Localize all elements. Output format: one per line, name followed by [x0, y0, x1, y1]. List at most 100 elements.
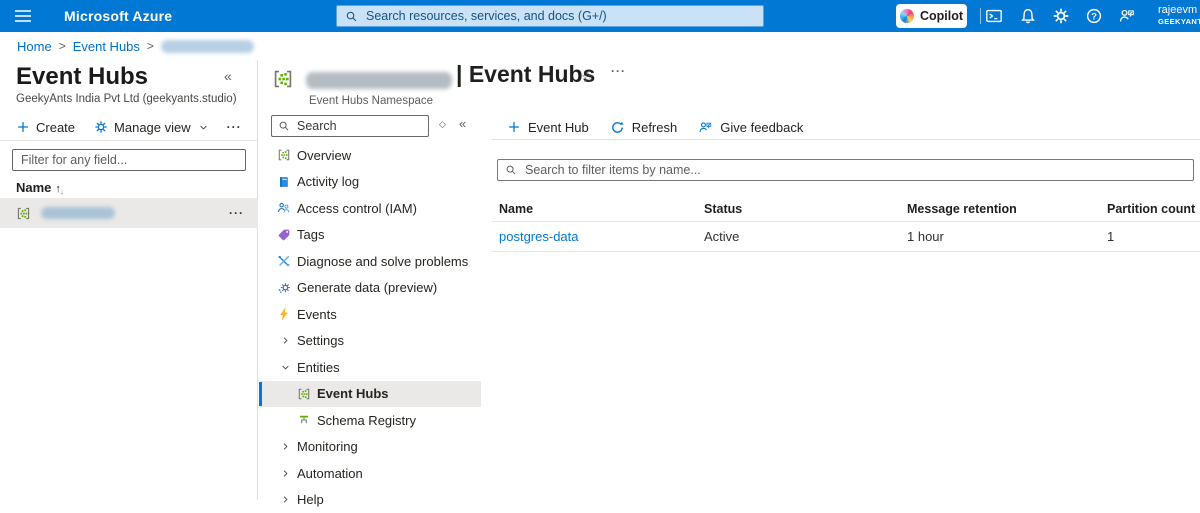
cloud-shell-button[interactable]: [985, 7, 1003, 25]
blade-title-suffix: | Event Hubs: [456, 61, 595, 88]
chevron-right-icon: [281, 336, 290, 345]
refresh-label: Refresh: [632, 120, 678, 135]
divider: [492, 139, 1200, 140]
brand-title[interactable]: Microsoft Azure: [64, 0, 172, 32]
column-partition-count[interactable]: Partition count: [1107, 202, 1200, 216]
event-hubs-table: Name Status Message retention Partition …: [492, 197, 1200, 252]
event-hubs-list-panel: Event Hubs « GeekyAnts India Pvt Ltd (ge…: [0, 60, 258, 500]
items-filter[interactable]: [497, 159, 1194, 181]
refresh-button[interactable]: Refresh: [610, 120, 678, 135]
more-options-button[interactable]: ···: [227, 120, 242, 134]
search-icon: [505, 164, 517, 176]
column-status[interactable]: Status: [704, 202, 907, 216]
menu-item-event-hubs[interactable]: Event Hubs: [259, 381, 481, 408]
menu-group-settings[interactable]: Settings: [259, 328, 481, 355]
hamburger-menu-button[interactable]: [0, 0, 46, 32]
namespace-list-item[interactable]: ···: [0, 198, 258, 228]
schema-registry-icon: [297, 413, 311, 427]
question-icon: [1085, 7, 1103, 25]
global-search-input[interactable]: [364, 8, 755, 24]
menu-item-activity-log[interactable]: Activity log: [259, 169, 481, 196]
settings-button[interactable]: [1052, 7, 1070, 25]
diagnose-icon: [277, 254, 291, 268]
plus-icon: [507, 120, 521, 134]
person-feedback-icon: [698, 120, 713, 135]
partition-cell: 1: [1107, 229, 1200, 244]
copilot-button[interactable]: Copilot: [896, 4, 967, 28]
menu-search[interactable]: [271, 115, 429, 137]
directory-subtitle: GeekyAnts India Pvt Ltd (geekyants.studi…: [16, 93, 237, 105]
terminal-icon: [985, 7, 1003, 25]
add-event-hub-button[interactable]: Event Hub: [507, 120, 589, 135]
column-name[interactable]: Name: [492, 202, 704, 216]
menu-search-input[interactable]: [295, 118, 422, 134]
name-column-header[interactable]: Name ↑↓: [16, 180, 65, 195]
gear-icon: [94, 120, 108, 134]
menu-item-events[interactable]: Events: [259, 301, 481, 328]
chevron-right-icon: [281, 469, 290, 478]
menu-item-schema-registry[interactable]: Schema Registry: [259, 407, 481, 434]
redacted-namespace-name: [41, 207, 115, 219]
account-info[interactable]: rajeevm GEEKYANT: [1158, 4, 1200, 27]
blade-subtitle: Event Hubs Namespace: [309, 95, 433, 107]
help-button[interactable]: [1085, 7, 1103, 25]
breadcrumb-home[interactable]: Home: [17, 39, 52, 54]
user-directory: GEEKYANT: [1158, 17, 1200, 27]
breadcrumb-separator: >: [147, 39, 154, 53]
give-feedback-button[interactable]: Give feedback: [698, 120, 803, 135]
topbar-divider: [980, 8, 981, 24]
tag-icon: [277, 228, 291, 242]
menu-item-tags[interactable]: Tags: [259, 222, 481, 249]
event-hubs-namespace-icon: [16, 206, 31, 221]
event-hubs-content: Event Hub Refresh Give feedback Name: [492, 115, 1200, 252]
breadcrumb-event-hubs[interactable]: Event Hubs: [73, 39, 140, 54]
event-hub-link[interactable]: postgres-data: [499, 229, 579, 244]
blade-more-button[interactable]: ···: [611, 64, 626, 78]
redacted-namespace-crumb[interactable]: [161, 40, 254, 53]
divider: [0, 140, 257, 141]
person-feedback-icon: [1118, 7, 1136, 25]
generate-data-icon: [277, 281, 291, 295]
status-cell: Active: [704, 229, 907, 244]
activity-log-icon: [277, 175, 291, 189]
access-control-icon: [277, 201, 291, 215]
copilot-label: Copilot: [920, 9, 963, 23]
create-label: Create: [36, 120, 75, 135]
refresh-icon: [610, 120, 625, 135]
global-search[interactable]: [336, 5, 764, 27]
retention-cell: 1 hour: [907, 229, 1107, 244]
menu-item-diagnose[interactable]: Diagnose and solve problems: [259, 248, 481, 275]
favorite-star-button[interactable]: ☆: [581, 68, 594, 86]
create-button[interactable]: Create: [16, 120, 75, 135]
menu-item-overview[interactable]: Overview: [259, 142, 481, 169]
filter-input[interactable]: [12, 149, 246, 171]
panel-title: Event Hubs: [16, 63, 148, 91]
diamond-icon[interactable]: ◇: [439, 119, 446, 130]
hamburger-icon: [14, 9, 32, 23]
copilot-icon: [900, 9, 914, 23]
collapse-panel-button[interactable]: «: [224, 68, 232, 84]
column-message-retention[interactable]: Message retention: [907, 202, 1107, 216]
chevron-right-icon: [281, 442, 290, 451]
collapse-menu-button[interactable]: «: [459, 116, 466, 131]
notifications-button[interactable]: [1019, 7, 1037, 25]
sort-ascending-icon: ↑↓: [55, 180, 65, 195]
menu-group-automation[interactable]: Automation: [259, 460, 481, 487]
manage-view-button[interactable]: Manage view: [94, 120, 208, 135]
manage-view-label: Manage view: [114, 120, 191, 135]
search-icon: [278, 120, 290, 132]
panel-toolbar: Create Manage view ···: [16, 116, 242, 138]
plus-icon: [16, 120, 30, 134]
table-header: Name Status Message retention Partition …: [492, 197, 1200, 222]
search-icon: [345, 10, 358, 23]
items-filter-input[interactable]: [523, 162, 1186, 178]
table-row[interactable]: postgres-data Active 1 hour 1: [492, 222, 1200, 252]
breadcrumb: Home > Event Hubs >: [0, 32, 1200, 60]
row-more-options-button[interactable]: ···: [229, 206, 244, 220]
menu-group-entities[interactable]: Entities: [259, 354, 481, 381]
feedback-button[interactable]: [1118, 7, 1136, 25]
menu-group-monitoring[interactable]: Monitoring: [259, 434, 481, 461]
menu-item-generate-data[interactable]: Generate data (preview): [259, 275, 481, 302]
chevron-down-icon: [281, 363, 290, 372]
menu-item-access-control[interactable]: Access control (IAM): [259, 195, 481, 222]
